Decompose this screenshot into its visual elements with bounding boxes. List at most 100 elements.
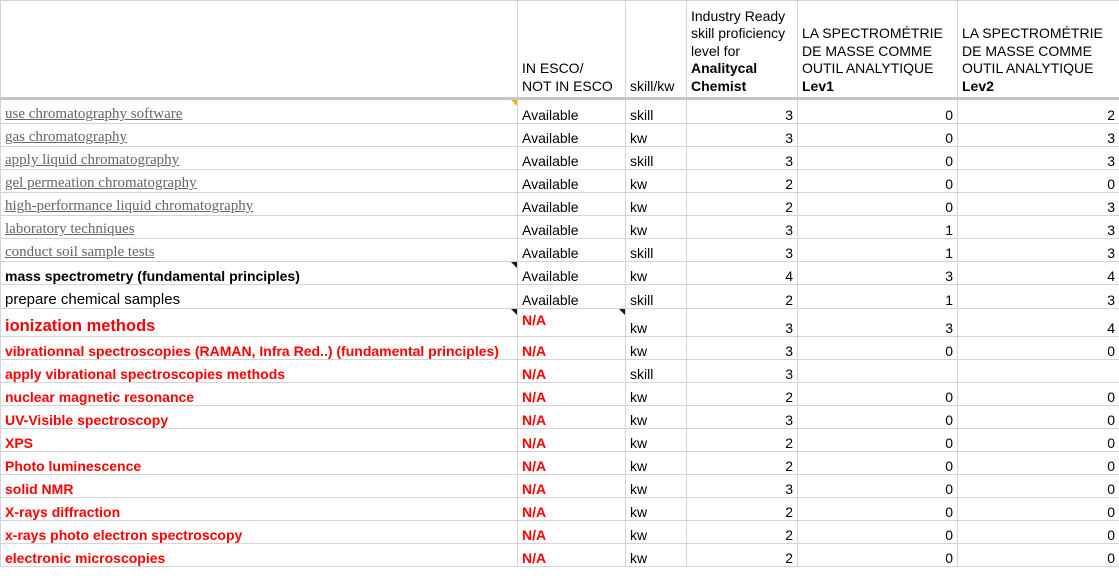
cell-lev2[interactable]: 3 xyxy=(957,238,1119,262)
cell-esco[interactable]: N/A xyxy=(517,382,626,406)
cell-lev1[interactable]: 1 xyxy=(797,284,958,309)
cell-type[interactable]: skill xyxy=(625,359,687,383)
cell-level[interactable]: 3 xyxy=(686,123,798,147)
cell-esco[interactable]: N/A xyxy=(517,405,626,429)
cell-skill-name[interactable]: electronic microscopies xyxy=(0,543,518,567)
cell-skill-name[interactable]: conduct soil sample tests xyxy=(0,238,518,262)
cell-lev1[interactable]: 0 xyxy=(797,451,958,475)
cell-level[interactable]: 2 xyxy=(686,169,798,193)
cell-lev2[interactable]: 4 xyxy=(957,261,1119,285)
cell-lev1[interactable]: 1 xyxy=(797,215,958,239)
cell-level[interactable]: 2 xyxy=(686,284,798,309)
cell-level[interactable]: 2 xyxy=(686,451,798,475)
skill-link[interactable]: gel permeation chromatography xyxy=(5,175,197,191)
cell-skill-name[interactable]: Photo luminescence xyxy=(0,451,518,475)
cell-esco[interactable]: N/A xyxy=(517,520,626,544)
cell-type[interactable]: kw xyxy=(625,308,687,337)
cell-skill-name[interactable]: use chromatography software xyxy=(0,98,518,124)
cell-type[interactable]: skill xyxy=(625,284,687,309)
cell-skill-name[interactable]: ionization methods xyxy=(0,308,518,337)
cell-lev1[interactable]: 0 xyxy=(797,474,958,498)
cell-lev1[interactable]: 0 xyxy=(797,520,958,544)
cell-type[interactable]: kw xyxy=(625,215,687,239)
cell-type[interactable]: skill xyxy=(625,98,687,124)
cell-esco[interactable]: Available xyxy=(517,284,626,309)
cell-type[interactable]: kw xyxy=(625,451,687,475)
cell-level[interactable]: 3 xyxy=(686,238,798,262)
header-cell-type[interactable]: skill/kw xyxy=(625,0,687,100)
cell-type[interactable]: kw xyxy=(625,382,687,406)
header-cell-name[interactable] xyxy=(0,0,518,100)
cell-skill-name[interactable]: XPS xyxy=(0,428,518,452)
cell-level[interactable]: 3 xyxy=(686,146,798,170)
cell-level[interactable]: 3 xyxy=(686,336,798,360)
cell-esco[interactable]: Available xyxy=(517,215,626,239)
cell-lev1[interactable] xyxy=(797,359,958,383)
cell-type[interactable]: kw xyxy=(625,123,687,147)
cell-lev2[interactable]: 0 xyxy=(957,451,1119,475)
cell-level[interactable]: 3 xyxy=(686,359,798,383)
cell-level[interactable]: 2 xyxy=(686,428,798,452)
cell-lev1[interactable]: 3 xyxy=(797,261,958,285)
cell-skill-name[interactable]: vibrationnal spectroscopies (RAMAN, Infr… xyxy=(0,336,518,360)
cell-skill-name[interactable]: mass spectrometry (fundamental principle… xyxy=(0,261,518,285)
cell-skill-name[interactable]: UV-Visible spectroscopy xyxy=(0,405,518,429)
cell-esco[interactable]: N/A xyxy=(517,474,626,498)
cell-level[interactable]: 3 xyxy=(686,98,798,124)
cell-skill-name[interactable]: apply vibrational spectroscopies methods xyxy=(0,359,518,383)
cell-esco[interactable]: Available xyxy=(517,98,626,124)
cell-esco[interactable]: N/A xyxy=(517,308,626,337)
cell-lev2[interactable]: 3 xyxy=(957,215,1119,239)
cell-level[interactable]: 2 xyxy=(686,497,798,521)
cell-lev1[interactable]: 0 xyxy=(797,169,958,193)
cell-level[interactable]: 2 xyxy=(686,543,798,567)
cell-lev1[interactable]: 0 xyxy=(797,123,958,147)
cell-lev2[interactable]: 0 xyxy=(957,336,1119,360)
cell-level[interactable]: 3 xyxy=(686,215,798,239)
cell-skill-name[interactable]: solid NMR xyxy=(0,474,518,498)
cell-level[interactable]: 4 xyxy=(686,261,798,285)
skill-link[interactable]: conduct soil sample tests xyxy=(5,244,155,260)
cell-lev1[interactable]: 0 xyxy=(797,382,958,406)
cell-lev1[interactable]: 1 xyxy=(797,238,958,262)
cell-esco[interactable]: Available xyxy=(517,238,626,262)
cell-esco[interactable]: Available xyxy=(517,261,626,285)
cell-level[interactable]: 3 xyxy=(686,405,798,429)
cell-esco[interactable]: N/A xyxy=(517,359,626,383)
cell-level[interactable]: 2 xyxy=(686,382,798,406)
cell-lev1[interactable]: 0 xyxy=(797,192,958,216)
cell-level[interactable]: 2 xyxy=(686,192,798,216)
cell-lev1[interactable]: 0 xyxy=(797,497,958,521)
cell-type[interactable]: skill xyxy=(625,146,687,170)
header-cell-level[interactable]: Industry Ready skill proficiency level f… xyxy=(686,0,798,100)
cell-esco[interactable]: N/A xyxy=(517,336,626,360)
header-cell-lev2[interactable]: LA SPECTROMÉTRIE DE MASSE COMME OUTIL AN… xyxy=(957,0,1119,100)
cell-level[interactable]: 2 xyxy=(686,520,798,544)
cell-type[interactable]: kw xyxy=(625,405,687,429)
cell-type[interactable]: kw xyxy=(625,336,687,360)
cell-skill-name[interactable]: high-performance liquid chromatography xyxy=(0,192,518,216)
cell-lev1[interactable]: 0 xyxy=(797,98,958,124)
cell-type[interactable]: kw xyxy=(625,428,687,452)
cell-lev1[interactable]: 3 xyxy=(797,308,958,337)
cell-lev2[interactable]: 0 xyxy=(957,169,1119,193)
header-cell-esco[interactable]: IN ESCO/ NOT IN ESCO xyxy=(517,0,626,100)
cell-skill-name[interactable]: X-rays diffraction xyxy=(0,497,518,521)
cell-lev2[interactable]: 0 xyxy=(957,428,1119,452)
cell-lev1[interactable]: 0 xyxy=(797,543,958,567)
cell-type[interactable]: kw xyxy=(625,261,687,285)
cell-skill-name[interactable]: gel permeation chromatography xyxy=(0,169,518,193)
cell-level[interactable]: 3 xyxy=(686,474,798,498)
cell-esco[interactable]: N/A xyxy=(517,497,626,521)
cell-type[interactable]: kw xyxy=(625,497,687,521)
cell-lev2[interactable] xyxy=(957,359,1119,383)
cell-skill-name[interactable]: laboratory techniques xyxy=(0,215,518,239)
cell-esco[interactable]: Available xyxy=(517,146,626,170)
cell-esco[interactable]: Available xyxy=(517,192,626,216)
cell-skill-name[interactable]: apply liquid chromatography xyxy=(0,146,518,170)
skill-link[interactable]: gas chromatography xyxy=(5,129,127,145)
cell-lev1[interactable]: 0 xyxy=(797,405,958,429)
cell-lev1[interactable]: 0 xyxy=(797,336,958,360)
cell-esco[interactable]: N/A xyxy=(517,451,626,475)
cell-lev1[interactable]: 0 xyxy=(797,146,958,170)
